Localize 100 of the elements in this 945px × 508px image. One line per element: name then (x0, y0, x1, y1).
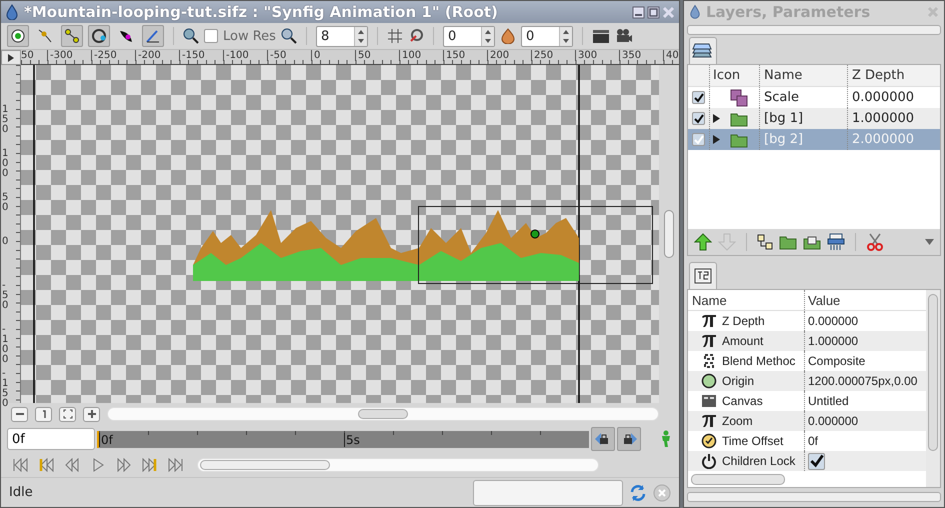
layers-tab[interactable] (689, 37, 717, 64)
spin-arrows-icon[interactable] (480, 26, 494, 46)
ruler-label: 100 (399, 50, 422, 61)
ruler-label: 150 (2, 105, 8, 135)
param-value[interactable]: 0.000000 (808, 314, 858, 328)
rewind-icon (64, 458, 80, 472)
zoom-reset-button[interactable] (35, 406, 52, 422)
ruler-label: 250 (531, 50, 554, 61)
onion-future-spin-field[interactable]: 0 (520, 26, 573, 46)
maximize-icon[interactable] (647, 6, 660, 18)
ruler-label: 200 (487, 50, 510, 61)
param-value[interactable]: 1200.000075px,0.00 (808, 374, 918, 388)
ruler-label: -100 (2, 325, 8, 365)
raise-arrow-icon[interactable] (694, 232, 712, 250)
column-header[interactable]: Name (759, 65, 847, 86)
current-time-field[interactable]: 0f (7, 428, 95, 450)
pi-icon (700, 334, 718, 348)
column-header[interactable]: Name (688, 292, 804, 308)
time-label: 0f (99, 432, 113, 446)
drop-icon (5, 4, 19, 20)
panel-handle-bar[interactable] (687, 24, 941, 35)
minimize-icon[interactable] (632, 6, 645, 18)
ruler-label: -300 (47, 50, 73, 61)
scale-points-icon (64, 28, 80, 44)
ruler-toggle-button[interactable] (1, 50, 21, 65)
onion-past-spin-field[interactable]: 0 (442, 26, 495, 46)
circle-icon (700, 373, 718, 390)
tool-button[interactable] (61, 25, 83, 47)
param-value[interactable]: Composite (808, 354, 866, 368)
clapperboard-icon[interactable] (592, 28, 610, 44)
pi-icon (700, 414, 718, 428)
folder-icon[interactable] (803, 234, 821, 250)
expander-icon[interactable] (713, 114, 720, 124)
time-track[interactable]: 0f 5s (97, 430, 590, 448)
skip-back-icon (12, 458, 28, 472)
zoom-out-icon[interactable] (280, 28, 297, 44)
tool-button[interactable] (142, 25, 164, 47)
tool-button[interactable] (88, 25, 110, 47)
scissors-icon[interactable] (866, 232, 884, 250)
params-tab[interactable] (689, 262, 717, 290)
low-res-checkbox[interactable] (204, 29, 218, 43)
param-name: Children Lock (722, 454, 796, 468)
power-icon (700, 453, 718, 470)
feather-icon (118, 28, 134, 44)
param-name: Origin (722, 374, 754, 388)
ruler-label: -150 (2, 369, 8, 409)
param-value[interactable]: 0f (808, 434, 818, 448)
zoom-out-button[interactable] (11, 406, 28, 422)
layer-row[interactable]: [bg 1] 1.000000 (688, 108, 940, 130)
zoom-in-icon[interactable] (183, 28, 199, 44)
refresh-icon[interactable] (629, 484, 647, 502)
future-keyframe-lock-button[interactable] (617, 427, 642, 451)
grid-icon[interactable] (386, 28, 403, 44)
dropdown-arrow-icon[interactable] (925, 238, 934, 244)
zoom-fit-button[interactable] (59, 406, 76, 422)
onion-icon[interactable] (500, 28, 516, 44)
time-scrollbar[interactable] (197, 458, 599, 472)
snap-icon[interactable] (408, 28, 424, 44)
quality-spin-field[interactable]: 8 (316, 26, 368, 46)
param-value[interactable]: Untitled (808, 394, 849, 408)
vertical-scrollbar[interactable] (926, 290, 940, 488)
low-res-label: Low Res (223, 28, 276, 44)
param-name: Zoom (722, 414, 753, 428)
panel-handle-bar[interactable] (687, 492, 941, 502)
target-icon (10, 28, 26, 44)
param-checkbox[interactable] (808, 452, 825, 470)
ruler-label: 50 (2, 193, 8, 213)
shredder-icon[interactable] (827, 232, 845, 250)
spin-arrows-icon[interactable] (354, 26, 367, 46)
zoom-in-button[interactable] (83, 406, 100, 422)
skip-back-icon (38, 458, 54, 472)
ruler-label: -200 (135, 50, 161, 61)
folder-icon[interactable] (779, 234, 797, 250)
clock-icon (700, 433, 718, 450)
layer-checkbox[interactable] (692, 112, 705, 126)
ruler-label: 150 (443, 50, 466, 61)
layer-checkbox[interactable] (692, 91, 705, 104)
expander-icon[interactable] (713, 135, 720, 144)
column-header[interactable]: Z Depth (847, 65, 940, 86)
camera-icon[interactable] (614, 28, 633, 44)
ruler-label: -250 (91, 50, 117, 61)
origin-handle[interactable] (530, 230, 540, 238)
ruler-label: 50 (355, 50, 371, 61)
spin-arrows-icon[interactable] (558, 26, 572, 46)
param-name: Amount (722, 334, 764, 348)
layer-checkbox[interactable] (692, 133, 705, 146)
status-text: Idle (9, 485, 33, 500)
param-name: Blend Methoc (722, 354, 796, 368)
tool-button[interactable] (7, 25, 29, 47)
circle-icon (91, 28, 107, 44)
param-value[interactable]: 1.000000 (808, 334, 858, 348)
past-keyframe-lock-button[interactable] (591, 427, 616, 451)
horizontal-scrollbar[interactable] (691, 474, 785, 485)
duplicate-icon[interactable] (757, 234, 773, 250)
param-value[interactable]: 0.000000 (808, 414, 858, 428)
column-header[interactable]: Icon (709, 65, 759, 86)
param-name: Z Depth (722, 314, 765, 328)
curve-point-icon (37, 28, 53, 44)
drop-icon (689, 4, 701, 20)
ruler-label: 50 (21, 50, 34, 61)
